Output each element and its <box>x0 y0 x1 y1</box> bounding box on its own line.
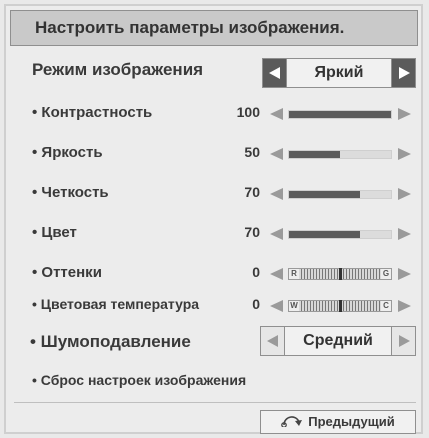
setting-value: 50 <box>244 144 260 160</box>
setting-label: • Четкость <box>32 184 109 201</box>
setting-row[interactable]: • Цветовая температура 0 W C <box>0 292 429 322</box>
setting-label: • Цветовая температура <box>32 296 200 312</box>
previous-button[interactable]: Предыдущий <box>260 410 416 434</box>
balance-center-marker <box>339 300 342 312</box>
picture-mode-value: Яркий <box>314 64 364 81</box>
increase-arrow-icon[interactable] <box>398 108 411 120</box>
setting-row[interactable]: • Контрастность 100 <box>0 100 429 130</box>
setting-label: • Цвет <box>32 224 77 241</box>
decrease-arrow-icon[interactable] <box>270 108 283 120</box>
decrease-arrow-icon[interactable] <box>270 300 283 312</box>
reset-label: • Сброс настроек изображения <box>32 372 247 388</box>
level-bar-fill <box>289 231 361 238</box>
picture-mode-next-button[interactable] <box>391 59 415 87</box>
decrease-arrow-icon[interactable] <box>270 148 283 160</box>
level-bar[interactable] <box>288 110 392 119</box>
return-icon <box>281 412 303 434</box>
setting-value: 70 <box>244 224 260 240</box>
noise-reduction-next-button[interactable] <box>391 327 415 355</box>
balance-center-marker <box>339 268 342 280</box>
increase-arrow-icon[interactable] <box>398 148 411 160</box>
balance-left-cap: W <box>289 301 299 311</box>
triangle-right-icon <box>399 335 410 347</box>
noise-reduction-prev-button[interactable] <box>261 327 285 355</box>
setting-row[interactable]: • Четкость 70 <box>0 180 429 210</box>
setting-value: 100 <box>236 104 260 120</box>
setting-row[interactable]: • Цвет 70 <box>0 220 429 250</box>
footer-divider <box>14 402 416 403</box>
setting-value: 70 <box>244 184 260 200</box>
page-title: Настроить параметры изображения. <box>10 10 418 46</box>
noise-reduction-selector[interactable]: Средний <box>260 326 416 356</box>
level-bar[interactable] <box>288 190 392 199</box>
picture-mode-row[interactable]: Режим изображения Яркий <box>0 58 429 92</box>
setting-value: 0 <box>252 296 260 312</box>
increase-arrow-icon[interactable] <box>398 228 411 240</box>
picture-mode-selector[interactable]: Яркий <box>262 58 416 88</box>
level-bar[interactable] <box>288 230 392 239</box>
setting-row[interactable]: • Яркость 50 <box>0 140 429 170</box>
picture-mode-label: Режим изображения <box>32 60 204 79</box>
balance-bar[interactable]: RG <box>288 268 392 280</box>
level-bar[interactable] <box>288 150 392 159</box>
balance-right-cap: C <box>381 301 391 311</box>
setting-row[interactable]: • Оттенки 0 R G <box>0 260 429 290</box>
increase-arrow-icon[interactable] <box>398 300 411 312</box>
triangle-left-icon <box>269 67 280 79</box>
picture-mode-prev-button[interactable] <box>263 59 287 87</box>
noise-reduction-value: Средний <box>303 332 373 349</box>
noise-reduction-row[interactable]: • Шумоподавление Средний <box>0 326 429 360</box>
triangle-left-icon <box>267 335 278 347</box>
noise-reduction-label: • Шумоподавление <box>30 332 191 351</box>
reset-picture-settings[interactable]: • Сброс настроек изображения <box>0 370 429 394</box>
balance-bar[interactable]: WC <box>288 300 392 312</box>
level-bar-fill <box>289 151 340 158</box>
triangle-right-icon <box>399 67 410 79</box>
decrease-arrow-icon[interactable] <box>270 268 283 280</box>
setting-label: • Контрастность <box>32 104 153 121</box>
setting-value: 0 <box>252 264 260 280</box>
setting-label: • Оттенки <box>32 264 102 281</box>
previous-button-label: Предыдущий <box>308 414 395 429</box>
decrease-arrow-icon[interactable] <box>270 228 283 240</box>
setting-label: • Яркость <box>32 144 103 161</box>
level-bar-fill <box>289 191 361 198</box>
level-bar-fill <box>289 111 391 118</box>
increase-arrow-icon[interactable] <box>398 188 411 200</box>
balance-right-cap: G <box>381 269 391 279</box>
decrease-arrow-icon[interactable] <box>270 188 283 200</box>
balance-left-cap: R <box>289 269 299 279</box>
increase-arrow-icon[interactable] <box>398 268 411 280</box>
